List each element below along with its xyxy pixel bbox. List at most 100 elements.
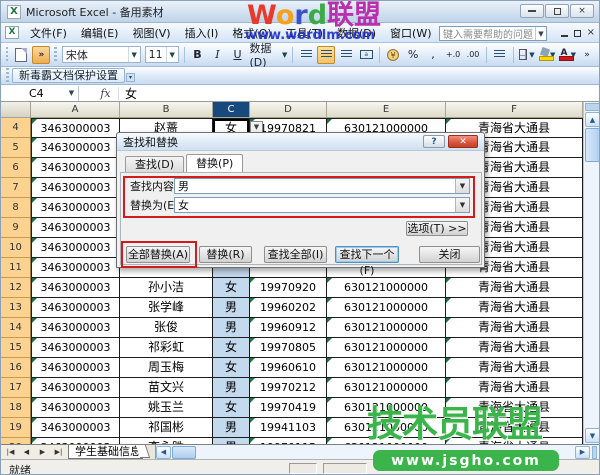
find-what-input[interactable]: 男 ▼	[174, 178, 470, 194]
chevron-down-icon[interactable]: ▼	[128, 47, 140, 62]
workbook-minimize-button[interactable]	[561, 35, 568, 37]
row-header[interactable]: 9	[1, 218, 31, 238]
row-header[interactable]: 4	[1, 118, 31, 138]
scroll-right-button[interactable]: ▶	[575, 446, 590, 459]
cell-b17[interactable]: 苗文兴	[120, 378, 213, 398]
column-header-b[interactable]: B	[120, 102, 213, 118]
cell-b16[interactable]: 周玉梅	[120, 358, 213, 378]
replace-all-button[interactable]: 全部替换(A)	[126, 246, 190, 263]
menu-insert[interactable]: 插入(I)	[178, 23, 226, 43]
cell-d16[interactable]: 19960610	[250, 358, 327, 378]
vertical-split-box[interactable]	[585, 103, 600, 111]
cell-b18[interactable]: 姚玉兰	[120, 398, 213, 418]
cell-f12[interactable]: 青海省大通县	[446, 278, 583, 298]
borders-button[interactable]: ▼	[518, 46, 536, 64]
row-header[interactable]: 17	[1, 378, 31, 398]
vertical-scrollbar[interactable]: ▲ ▼	[583, 102, 600, 444]
scroll-up-button[interactable]: ▲	[585, 112, 600, 127]
row-header[interactable]: 12	[1, 278, 31, 298]
toolbar-options-chevron[interactable]: ▾	[126, 73, 135, 82]
cell-e16[interactable]: 630121000000	[327, 358, 446, 378]
cell-a4[interactable]: 3463000003	[31, 118, 120, 138]
scroll-left-button[interactable]: ◀	[156, 446, 171, 459]
find-all-button[interactable]: 查找全部(I)	[264, 246, 327, 263]
cell-d13[interactable]: 19960202	[250, 298, 327, 318]
cell-e15[interactable]: 630121000000	[327, 338, 446, 358]
row-header[interactable]: 15	[1, 338, 31, 358]
horizontal-split-box[interactable]	[592, 446, 597, 459]
row-header[interactable]: 6	[1, 158, 31, 178]
cell-d18[interactable]: 19970419	[250, 398, 327, 418]
cell-c16[interactable]: 女	[213, 358, 250, 378]
cell-e17[interactable]: 630121000000	[327, 378, 446, 398]
close-dialog-button[interactable]: 关闭	[419, 246, 480, 263]
cell-e13[interactable]: 630121000000	[327, 298, 446, 318]
cell-b19[interactable]: 祁国彬	[120, 418, 213, 438]
prev-sheet-button[interactable]: ◀	[19, 446, 34, 458]
align-right-button[interactable]	[337, 46, 355, 64]
chevron-down-icon[interactable]: ▼	[65, 87, 78, 100]
bold-button[interactable]: B	[188, 46, 206, 64]
column-header-f[interactable]: F	[446, 102, 583, 118]
row-header[interactable]: 10	[1, 238, 31, 258]
fill-color-button[interactable]: ▼	[538, 46, 557, 64]
toolbar-grip[interactable]	[6, 68, 9, 84]
cell-f16[interactable]: 青海省大通县	[446, 358, 583, 378]
row-header[interactable]: 13	[1, 298, 31, 318]
column-header-c[interactable]: C	[213, 102, 250, 118]
tab-find[interactable]: 查找(D)	[125, 156, 184, 172]
cell-d17[interactable]: 19970212	[250, 378, 327, 398]
select-all-corner[interactable]	[1, 102, 31, 118]
new-document-button[interactable]	[12, 46, 30, 64]
cell-a11[interactable]: 3463000003	[31, 258, 120, 278]
cell-f17[interactable]: 青海省大通县	[446, 378, 583, 398]
dialog-help-button[interactable]: ?	[423, 135, 445, 148]
workbook-icon[interactable]: X	[5, 26, 19, 39]
toolbar-options-chevron[interactable]: »	[578, 46, 596, 64]
cell-f19[interactable]: 青海省大通县	[446, 418, 583, 438]
align-left-button[interactable]	[297, 46, 315, 64]
row-header[interactable]: 11	[1, 258, 31, 278]
cell-e19[interactable]: 630121000000	[327, 418, 446, 438]
horizontal-scrollbar[interactable]: ◀ ▶	[155, 445, 599, 459]
align-center-button[interactable]	[317, 46, 335, 64]
replace-with-input[interactable]: 女 ▼	[174, 197, 470, 213]
cell-c13[interactable]: 男	[213, 298, 250, 318]
increase-decimal-button[interactable]: +.0	[444, 46, 462, 64]
merge-center-button[interactable]: a	[357, 46, 375, 64]
font-color-button[interactable]: A▼	[558, 46, 577, 64]
currency-button[interactable]: ¥	[384, 46, 402, 64]
row-header[interactable]: 7	[1, 178, 31, 198]
cell-b15[interactable]: 祁彩虹	[120, 338, 213, 358]
percent-button[interactable]: %	[404, 46, 422, 64]
font-size-select[interactable]: 11 ▼	[145, 46, 179, 63]
cell-a6[interactable]: 3463000003	[31, 158, 120, 178]
cell-f13[interactable]: 青海省大通县	[446, 298, 583, 318]
row-header[interactable]: 5	[1, 138, 31, 158]
cell-a14[interactable]: 3463000003	[31, 318, 120, 338]
row-header[interactable]: 16	[1, 358, 31, 378]
cell-c17[interactable]: 男	[213, 378, 250, 398]
sheet-tab[interactable]: 学生基础信息	[68, 445, 143, 459]
cell-f14[interactable]: 青海省大通县	[446, 318, 583, 338]
cell-d14[interactable]: 19960912	[250, 318, 327, 338]
menu-window[interactable]: 窗口(W)	[383, 23, 438, 43]
cell-a9[interactable]: 3463000003	[31, 218, 120, 238]
first-sheet-button[interactable]: |◀	[3, 446, 18, 458]
horizontal-scroll-thumb[interactable]	[172, 446, 196, 459]
replace-button[interactable]: 替换(R)	[199, 246, 252, 263]
cell-e14[interactable]: 630121000000	[327, 318, 446, 338]
cell-a5[interactable]: 3463000003	[31, 138, 120, 158]
formula-bar-value[interactable]: 女	[119, 85, 137, 102]
cell-e12[interactable]: 630121000000	[327, 278, 446, 298]
insert-function-button[interactable]: fx	[93, 87, 119, 100]
last-sheet-button[interactable]: ▶|	[51, 446, 66, 458]
next-sheet-button[interactable]: ▶	[35, 446, 50, 458]
cell-a13[interactable]: 3463000003	[31, 298, 120, 318]
italic-button[interactable]: I	[208, 46, 226, 64]
cell-c18[interactable]: 女	[213, 398, 250, 418]
row-header[interactable]: 8	[1, 198, 31, 218]
column-header-e[interactable]: E	[327, 102, 446, 118]
cell-b12[interactable]: 孙小洁	[120, 278, 213, 298]
toolbar-options-chevron[interactable]: »	[32, 46, 50, 64]
